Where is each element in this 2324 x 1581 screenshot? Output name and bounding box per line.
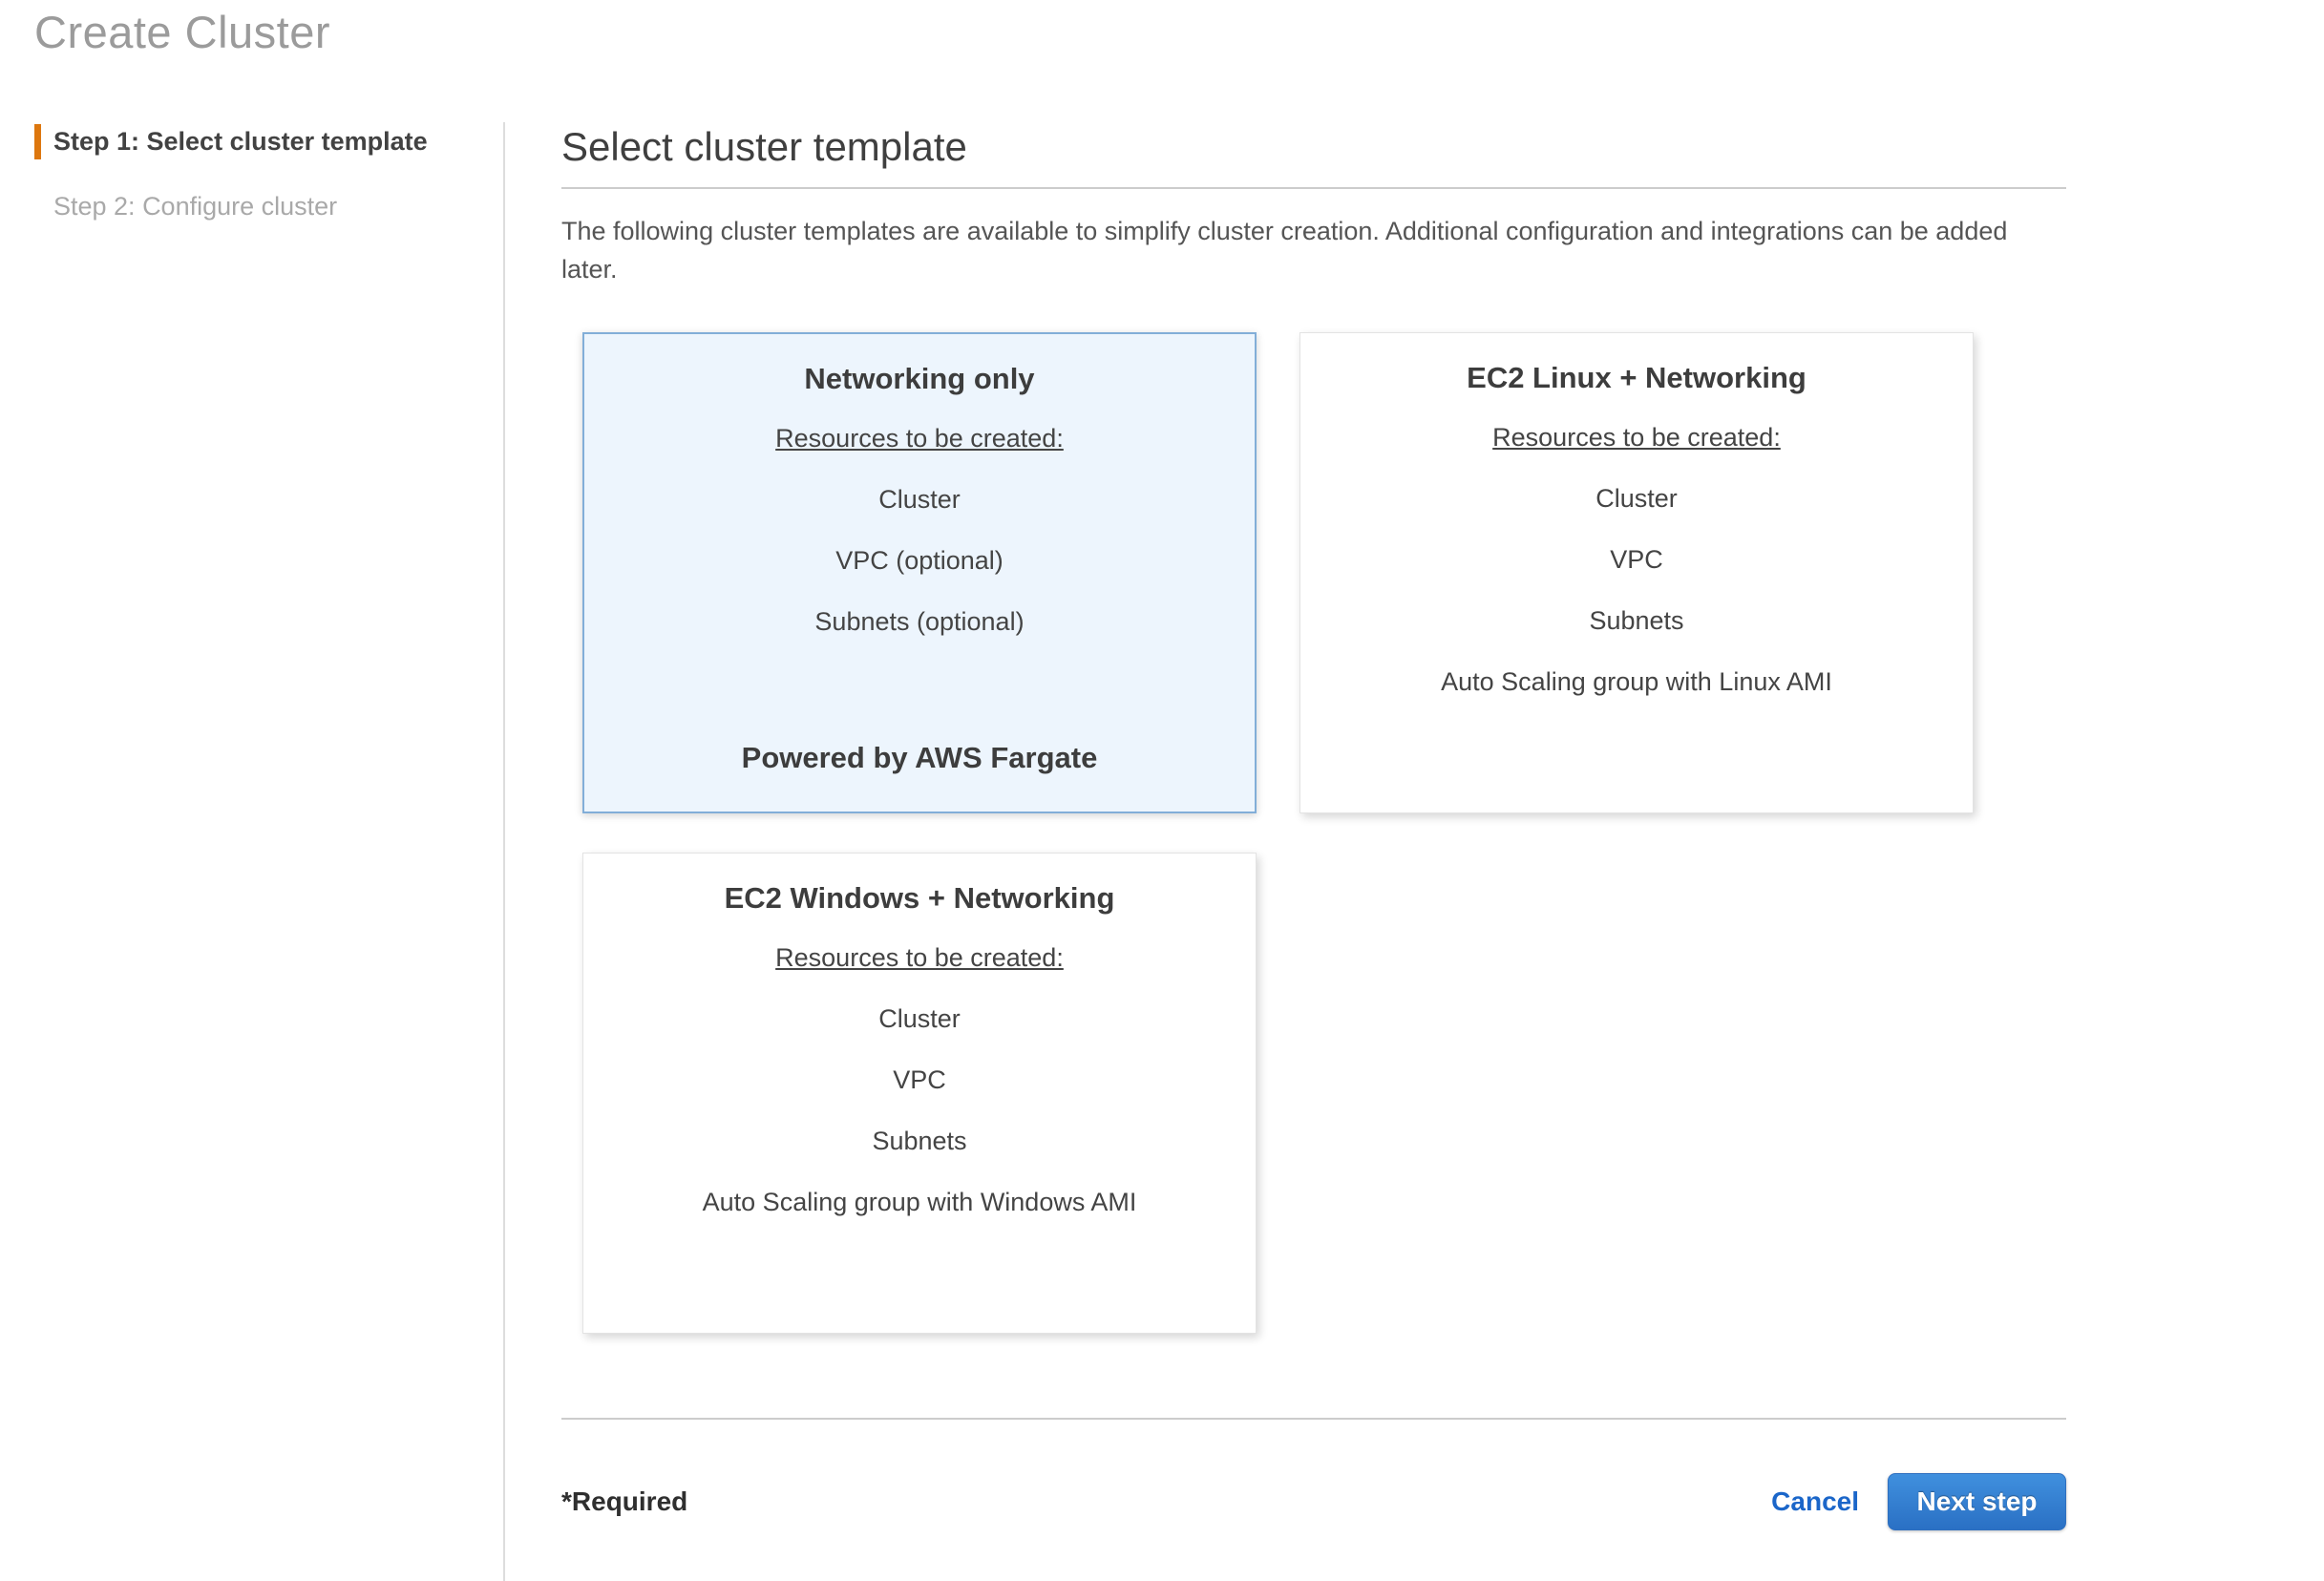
wizard-steps: Step 1: Select cluster template Step 2: … [34, 124, 464, 224]
card-resources-label: Resources to be created: [775, 941, 1064, 974]
card-resource-item: Auto Scaling group with Linux AMI [1441, 665, 1832, 698]
template-card-ec2-linux-networking[interactable]: EC2 Linux + Networking Resources to be c… [1299, 332, 1974, 813]
card-resource-item: Auto Scaling group with Windows AMI [703, 1186, 1137, 1218]
template-cards: Networking only Resources to be created:… [582, 332, 2066, 1334]
card-footnote: Powered by AWS Fargate [742, 741, 1098, 775]
vertical-divider [503, 122, 505, 1581]
required-note: *Required [561, 1486, 687, 1517]
section-description: The following cluster templates are avai… [561, 212, 2066, 288]
footer-rule [561, 1418, 2066, 1420]
step-2-configure-cluster: Step 2: Configure cluster [34, 189, 464, 224]
template-card-networking-only[interactable]: Networking only Resources to be created:… [582, 332, 1257, 813]
card-resource-item: VPC [893, 1064, 946, 1096]
main-content: Select cluster template The following cl… [561, 122, 2066, 1530]
heading-rule [561, 187, 2066, 189]
card-resource-item: Subnets (optional) [814, 605, 1024, 638]
card-title: Networking only [804, 361, 1034, 397]
cancel-button[interactable]: Cancel [1771, 1486, 1859, 1517]
wizard-footer: *Required Cancel Next step [561, 1473, 2066, 1530]
template-card-ec2-windows-networking[interactable]: EC2 Windows + Networking Resources to be… [582, 853, 1257, 1334]
next-step-button[interactable]: Next step [1888, 1473, 2066, 1530]
card-resource-item: VPC (optional) [835, 544, 1004, 577]
card-resource-item: VPC [1610, 543, 1663, 576]
card-resource-item: Subnets [872, 1125, 966, 1157]
card-resource-item: Cluster [878, 483, 961, 516]
page-title: Create Cluster [34, 6, 330, 58]
card-resources-label: Resources to be created: [1492, 421, 1781, 453]
card-resource-item: Subnets [1589, 604, 1683, 637]
card-resources-label: Resources to be created: [775, 422, 1064, 454]
card-title: EC2 Linux + Networking [1467, 360, 1806, 396]
step-1-select-cluster-template[interactable]: Step 1: Select cluster template [34, 124, 464, 159]
card-resource-item: Cluster [1595, 482, 1678, 515]
card-title: EC2 Windows + Networking [725, 880, 1115, 917]
section-heading: Select cluster template [561, 122, 2066, 172]
footer-actions: Cancel Next step [1771, 1473, 2066, 1530]
card-resource-item: Cluster [878, 1002, 961, 1035]
